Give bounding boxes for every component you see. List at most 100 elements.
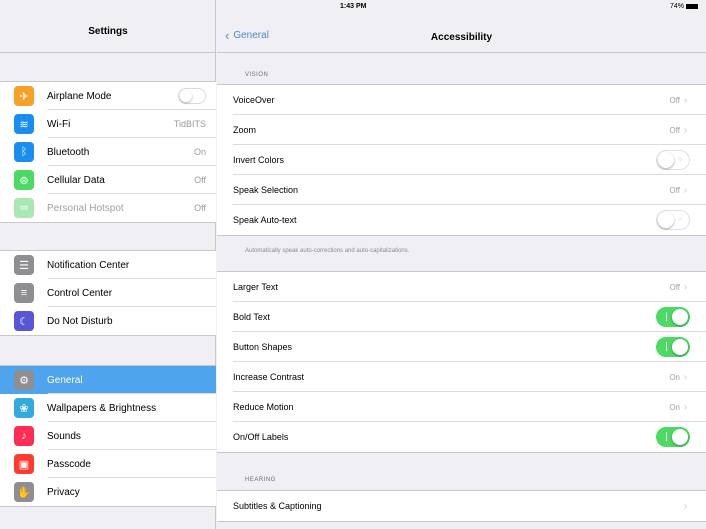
sidebar-item-passcode[interactable]: ▣ Passcode [0,450,216,478]
setting-label: On/Off Labels [233,432,289,442]
sidebar-item-bluetooth[interactable]: ᛒ Bluetooth On [0,138,216,166]
setting-row-increase-contrast[interactable]: Increase Contrast On › [217,362,706,392]
chevron-right-icon: › [684,401,688,413]
sidebar-item-value: On [193,147,206,157]
sidebar-item-label: Privacy [47,486,80,498]
setting-value: On [669,372,680,382]
setting-row-larger-text[interactable]: Larger Text Off › [217,272,706,302]
display-group: Larger Text Off › Bold Text Button Shapes Inc… [217,271,706,453]
setting-row-on-off-labels[interactable]: On/Off Labels [217,422,706,452]
setting-value: Off [669,282,680,292]
setting-label: Larger Text [233,282,278,292]
setting-label: Bold Text [233,312,270,322]
sidebar-item-label: Notification Center [47,259,130,271]
vision-footnote: Automatically speak auto-corrections and… [245,248,410,254]
setting-value: Off [669,185,680,195]
sidebar-item-label: Control Center [47,287,113,299]
bluetooth-icon: ᛒ [14,142,34,162]
chevron-right-icon: › [684,281,688,293]
invert-colors-toggle[interactable]: ○ [656,150,690,170]
sidebar-item-value: TidBITS [173,119,206,129]
hand-icon: ✋ [14,482,34,502]
accessibility-pane: ‹ General Accessibility VISION VoiceOver… [217,0,706,529]
sidebar-title: Settings [88,26,128,37]
setting-row-voiceover[interactable]: VoiceOver Off › [217,85,706,115]
sidebar-group-connectivity: ✈ Airplane Mode ≋ Wi-Fi TidBITS ᛒ Bluetooth On ⊛… [0,81,216,223]
chevron-right-icon: › [684,184,688,196]
toggle-on-label [666,312,667,321]
setting-label: Increase Contrast [233,372,305,382]
sidebar-item-wallpapers-brightness[interactable]: ❀ Wallpapers & Brightness [0,394,216,422]
lock-icon: ▣ [14,454,34,474]
sidebar-item-label: Wi-Fi [47,118,71,130]
sidebar-item-control-center[interactable]: ≡ Control Center [0,279,216,307]
setting-label: Speak Auto-text [233,215,297,225]
setting-row-zoom[interactable]: Zoom Off › [217,115,706,145]
sidebar-item-privacy[interactable]: ✋ Privacy [0,478,216,506]
setting-row-reduce-motion[interactable]: Reduce Motion On › [217,392,706,422]
sidebar-item-label: Bluetooth [47,146,90,158]
setting-row-subtitles-captioning[interactable]: Subtitles & Captioning › [217,491,706,521]
sidebar-item-do-not-disturb[interactable]: ☾ Do Not Disturb [0,307,216,335]
sidebar-item-label: Passcode [47,458,91,470]
chevron-right-icon: › [684,500,688,512]
setting-row-invert-colors[interactable]: Invert Colors ○ [217,145,706,175]
hotspot-icon: ∞ [14,198,34,218]
sidebar-item-sounds[interactable]: ♪ Sounds [0,422,216,450]
sidebar-item-label: Sounds [47,430,81,442]
setting-label: Button Shapes [233,342,293,352]
speaker-icon: ♪ [14,426,34,446]
control-center-icon: ≡ [14,283,34,303]
toggle-off-label: ○ [678,216,683,223]
setting-label: Reduce Motion [233,402,294,412]
page-title: Accessibility [430,32,493,43]
sidebar-item-personal-hotspot[interactable]: ∞ Personal Hotspot Off [0,194,216,222]
button-shapes-toggle[interactable] [656,337,690,357]
setting-row-speak-selection[interactable]: Speak Selection Off › [217,175,706,205]
setting-label: Speak Selection [233,185,299,195]
nav-divider [217,52,706,53]
toggle-on-label [666,342,667,351]
sidebar-item-notification-center[interactable]: ☰ Notification Center [0,251,216,279]
setting-row-button-shapes[interactable]: Button Shapes [217,332,706,362]
sidebar-group-device: ⚙ General ❀ Wallpapers & Brightness ♪ Sounds ▣… [0,365,216,507]
sidebar-divider [0,52,216,53]
vision-group: VoiceOver Off › Zoom Off › Invert Colors ○ Speak… [217,84,706,236]
airplane-icon: ✈ [14,86,34,106]
sidebar-item-wi-fi[interactable]: ≋ Wi-Fi TidBITS [0,110,216,138]
speak-auto-text-toggle[interactable]: ○ [656,210,690,230]
sidebar-item-general[interactable]: ⚙ General [0,366,216,394]
sidebar-item-cellular-data[interactable]: ⊛ Cellular Data Off [0,166,216,194]
notification-icon: ☰ [14,255,34,275]
setting-label: Zoom [233,125,257,135]
setting-label: VoiceOver [233,95,275,105]
setting-label: Invert Colors [233,155,285,165]
sidebar-item-label: Cellular Data [47,174,105,186]
settings-sidebar: Settings ✈ Airplane Mode ≋ Wi-Fi TidBITS ᛒ Blu… [0,0,216,529]
bold-text-toggle[interactable] [656,307,690,327]
sidebar-item-value: Off [194,175,206,185]
cellular-icon: ⊛ [14,170,34,190]
toggle-on-label [666,432,667,441]
chevron-right-icon: › [684,371,688,383]
wallpaper-icon: ❀ [14,398,34,418]
section-header-vision: VISION [245,72,269,78]
sidebar-item-label: Airplane Mode [47,90,112,102]
sidebar-item-label: Personal Hotspot [47,202,124,214]
setting-value: Off [669,125,680,135]
airplane-mode-toggle[interactable] [178,88,206,104]
setting-row-speak-auto-text[interactable]: Speak Auto-text ○ [217,205,706,235]
hearing-group: Subtitles & Captioning › [217,490,706,522]
chevron-right-icon: › [684,94,688,106]
setting-value: On [669,402,680,412]
sidebar-item-airplane-mode[interactable]: ✈ Airplane Mode [0,82,216,110]
moon-icon: ☾ [14,311,34,331]
sidebar-item-value: Off [194,203,206,213]
on-off-labels-toggle[interactable] [656,427,690,447]
setting-value: Off [669,95,680,105]
sidebar-item-label: General [47,374,83,386]
wifi-icon: ≋ [14,114,34,134]
setting-row-bold-text[interactable]: Bold Text [217,302,706,332]
gear-icon: ⚙ [14,370,34,390]
sidebar-item-label: Do Not Disturb [47,315,113,327]
